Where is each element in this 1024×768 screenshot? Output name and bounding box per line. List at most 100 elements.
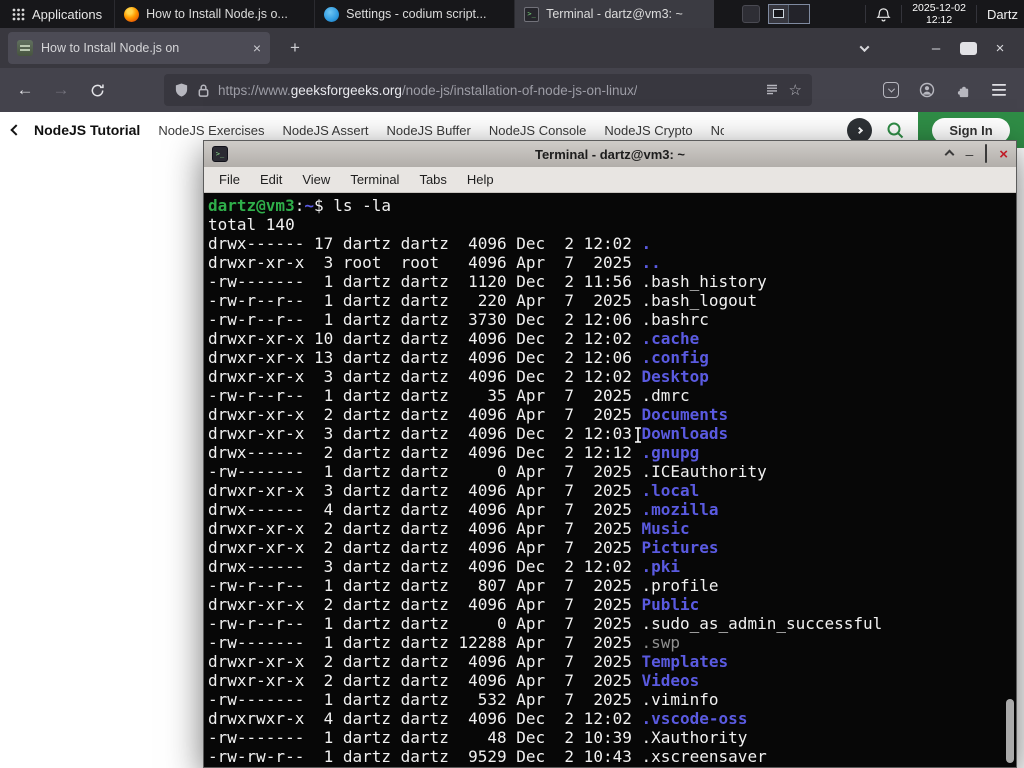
gfg-nav-item[interactable]: NodeJS Crypto — [604, 123, 692, 138]
terminal-menu-edit[interactable]: Edit — [251, 169, 291, 190]
terminal-output-line: -rw------- 1 dartz dartz 1120 Dec 2 11:5… — [208, 272, 767, 291]
terminal-output-line: -rw------- 1 dartz dartz 0 Apr 7 2025 .I… — [208, 462, 767, 481]
bookmark-star-icon[interactable]: ☆ — [789, 81, 802, 99]
terminal-output-line: -rw------- 1 dartz dartz 48 Dec 2 10:39 … — [208, 728, 748, 747]
terminal-output-line: -rw-r--r-- 1 dartz dartz 807 Apr 7 2025 … — [208, 576, 719, 595]
terminal-output-line: drwxr-xr-x 3 dartz dartz 4096 Dec 2 12:0… — [208, 424, 729, 443]
chevron-up-icon — [944, 149, 955, 160]
workspace-1[interactable] — [769, 5, 790, 23]
terminal-output-line: drwxr-xr-x 3 dartz dartz 4096 Apr 7 2025… — [208, 481, 700, 500]
maximize-icon — [985, 144, 988, 163]
chevron-left-icon — [10, 124, 22, 136]
applications-grid-icon — [12, 8, 25, 20]
terminal-output-line: -rw-r--r-- 1 dartz dartz 0 Apr 7 2025 .s… — [208, 614, 883, 633]
url-text: https://www.geeksforgeeks.org/node-js/in… — [218, 82, 638, 98]
tracking-protection-shield-icon[interactable] — [174, 82, 189, 98]
tab-close-icon[interactable]: × — [253, 41, 261, 55]
taskbar-button-terminal[interactable]: >_ Terminal - dartz@vm3: ~ — [514, 0, 715, 28]
reload-icon — [91, 84, 104, 96]
window-close-button[interactable]: × — [984, 33, 1016, 63]
taskbar-button-firefox[interactable]: How to Install Node.js o... — [114, 0, 314, 28]
terminal-output-line: drwxr-xr-x 10 dartz dartz 4096 Dec 2 12:… — [208, 329, 700, 348]
desktop-panel: Applications How to Install Node.js o...… — [0, 0, 1024, 28]
terminal-output-line: -rw-r--r-- 1 dartz dartz 220 Apr 7 2025 … — [208, 291, 758, 310]
tray-icon[interactable] — [742, 5, 761, 23]
pocket-button[interactable] — [876, 75, 906, 105]
terminal-output-line: drwxr-xr-x 2 dartz dartz 4096 Apr 7 2025… — [208, 538, 719, 557]
terminal-menu-tabs[interactable]: Tabs — [410, 169, 455, 190]
notification-bell-icon[interactable] — [876, 7, 891, 22]
panel-separator — [975, 5, 977, 23]
maximize-icon — [959, 41, 977, 55]
terminal-output-line: drwxr-xr-x 2 dartz dartz 4096 Apr 7 2025… — [208, 652, 729, 671]
forward-button[interactable]: → — [46, 75, 76, 105]
pocket-icon — [883, 82, 899, 98]
panel-separator — [865, 5, 867, 23]
terminal-title-bar[interactable]: >_ Terminal - dartz@vm3: ~ – × — [204, 141, 1016, 167]
terminal-output-line: drwx------ 2 dartz dartz 4096 Dec 2 12:1… — [208, 443, 700, 462]
extensions-puzzle-icon — [957, 86, 968, 97]
panel-clock[interactable]: 2025-12-02 12:12 — [912, 2, 966, 26]
codium-icon — [324, 6, 340, 22]
terminal-output-line: drwxr-xr-x 2 dartz dartz 4096 Apr 7 2025… — [208, 405, 729, 424]
search-icon — [887, 122, 904, 139]
window-close-button[interactable]: × — [999, 147, 1008, 162]
terminal-output-line: -rw------- 1 dartz dartz 12288 Apr 7 202… — [208, 633, 681, 652]
extensions-button[interactable] — [948, 75, 978, 105]
terminal-output-line: drwxr-xr-x 3 root root 4096 Apr 7 2025 .… — [208, 253, 661, 272]
sign-in-button[interactable]: Sign In — [932, 117, 1010, 143]
reload-button[interactable] — [82, 75, 112, 105]
tab-favicon — [17, 40, 33, 56]
window-minimize-button[interactable]: – — [920, 33, 952, 63]
taskbar-button-codium[interactable]: Settings - codium script... — [314, 0, 514, 28]
taskbar-button-label: How to Install Node.js o... — [146, 7, 288, 21]
window-maximize-button[interactable] — [952, 33, 984, 63]
window-minimize-button[interactable]: – — [965, 147, 973, 161]
gfg-nav-item[interactable]: NodeJS DNS — [711, 123, 724, 138]
gfg-nav-item[interactable]: NodeJS Exercises — [158, 123, 264, 138]
gfg-nav-item[interactable]: NodeJS Assert — [283, 123, 369, 138]
window-maximize-button[interactable] — [985, 144, 988, 163]
terminal-output-line: drwxr-xr-x 3 dartz dartz 4096 Dec 2 12:0… — [208, 367, 709, 386]
terminal-menu-help[interactable]: Help — [458, 169, 503, 190]
gfg-nav-item[interactable]: NodeJS Tutorial — [34, 122, 140, 138]
browser-tab-active[interactable]: How to Install Node.js on × — [8, 32, 270, 64]
clock-date: 2025-12-02 — [912, 2, 966, 14]
terminal-output-line: -rw-r--r-- 1 dartz dartz 35 Apr 7 2025 .… — [208, 386, 690, 405]
gfg-nav-items: NodeJS Tutorial NodeJS Exercises NodeJS As… — [34, 122, 724, 138]
terminal-output-line: drwx------ 3 dartz dartz 4096 Dec 2 12:0… — [208, 557, 681, 576]
new-tab-button[interactable]: + — [282, 35, 308, 61]
nav-scroll-left-button[interactable] — [10, 121, 22, 139]
terminal-menu-file[interactable]: File — [210, 169, 249, 190]
terminal-window: >_ Terminal - dartz@vm3: ~ – × File Edit V… — [203, 140, 1017, 768]
terminal-output-line: drwxr-xr-x 2 dartz dartz 4096 Apr 7 2025… — [208, 519, 690, 538]
workspace-window-thumb — [773, 9, 785, 18]
terminal-output-line: total 140 — [208, 215, 295, 234]
terminal-menu-terminal[interactable]: Terminal — [341, 169, 408, 190]
terminal-scrollbar-thumb[interactable] — [1006, 699, 1014, 763]
gfg-nav-item[interactable]: NodeJS Buffer — [387, 123, 471, 138]
terminal-menu-view[interactable]: View — [293, 169, 339, 190]
search-button[interactable] — [886, 121, 904, 139]
account-button[interactable] — [912, 75, 942, 105]
lock-icon[interactable] — [197, 83, 210, 98]
back-button[interactable]: ← — [10, 75, 40, 105]
terminal-screen[interactable]: dartz@vm3:~$ ls -la total 140 drwx------ 1… — [204, 193, 1016, 767]
window-shade-button[interactable] — [944, 145, 955, 163]
terminal-icon: >_ — [212, 146, 228, 162]
terminal-output-line: drwx------ 4 dartz dartz 4096 Apr 7 2025… — [208, 500, 719, 519]
terminal-output-line: -rw------- 1 dartz dartz 532 Apr 7 2025 … — [208, 690, 719, 709]
terminal-output-line: drwxr-xr-x 2 dartz dartz 4096 Apr 7 2025… — [208, 671, 700, 690]
reader-view-icon[interactable] — [765, 83, 779, 97]
workspace-switcher[interactable] — [768, 4, 811, 24]
menu-button[interactable] — [984, 75, 1014, 105]
account-icon — [919, 82, 935, 98]
terminal-output-line: -rw-rw-r-- 1 dartz dartz 9529 Dec 2 10:4… — [208, 747, 767, 766]
list-all-tabs-button[interactable] — [848, 33, 880, 63]
gfg-nav-item[interactable]: NodeJS Console — [489, 123, 587, 138]
panel-user-menu[interactable]: Dartz — [987, 7, 1020, 22]
url-bar[interactable]: https://www.geeksforgeeks.org/node-js/in… — [164, 74, 812, 106]
applications-menu-button[interactable]: Applications — [0, 0, 114, 28]
workspace-2[interactable] — [789, 5, 810, 23]
nav-scroll-right-button[interactable] — [847, 117, 872, 143]
